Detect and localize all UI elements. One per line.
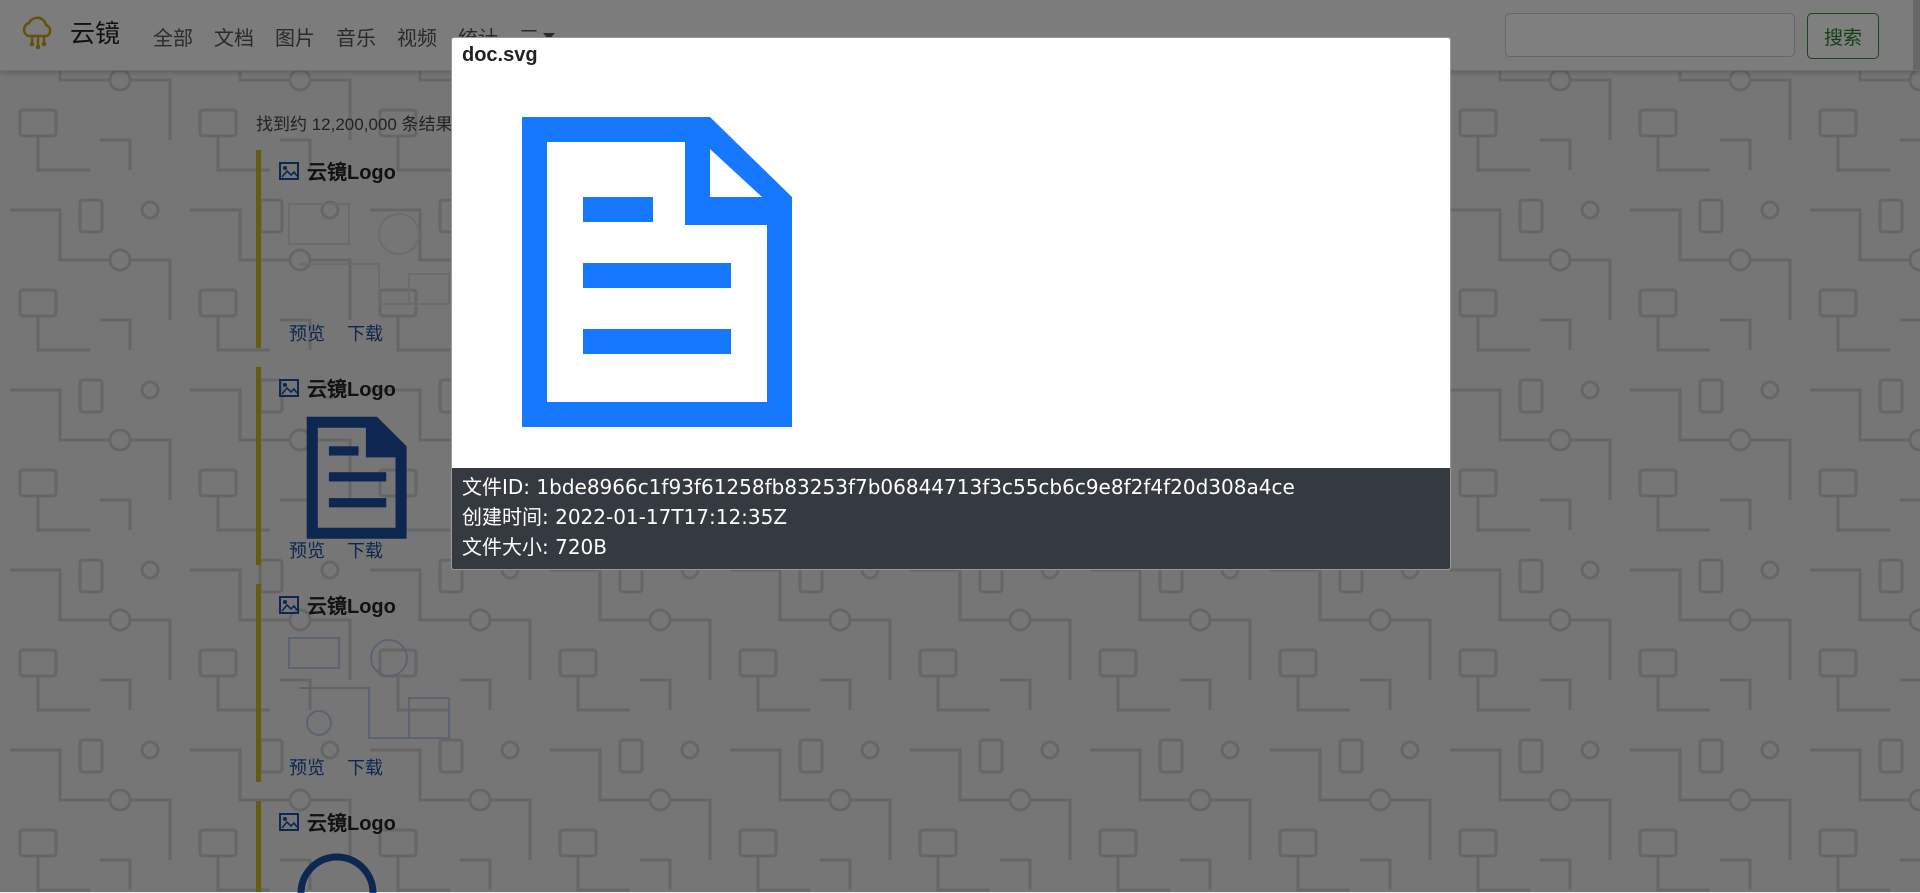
document-preview-icon <box>522 117 792 427</box>
file-info-panel: 文件ID: 1bde8966c1f93f61258fb83253f7b06844… <box>452 468 1450 569</box>
modal-title: doc.svg <box>462 44 538 66</box>
file-created-time: 创建时间: 2022-01-17T17:12:35Z <box>462 505 788 529</box>
file-size: 文件大小: 720B <box>462 535 607 559</box>
file-id: 文件ID: 1bde8966c1f93f61258fb83253f7b06844… <box>462 475 1295 499</box>
preview-modal: doc.svg 文件ID: 1bde8966c1f93f61258fb83253… <box>451 37 1451 570</box>
